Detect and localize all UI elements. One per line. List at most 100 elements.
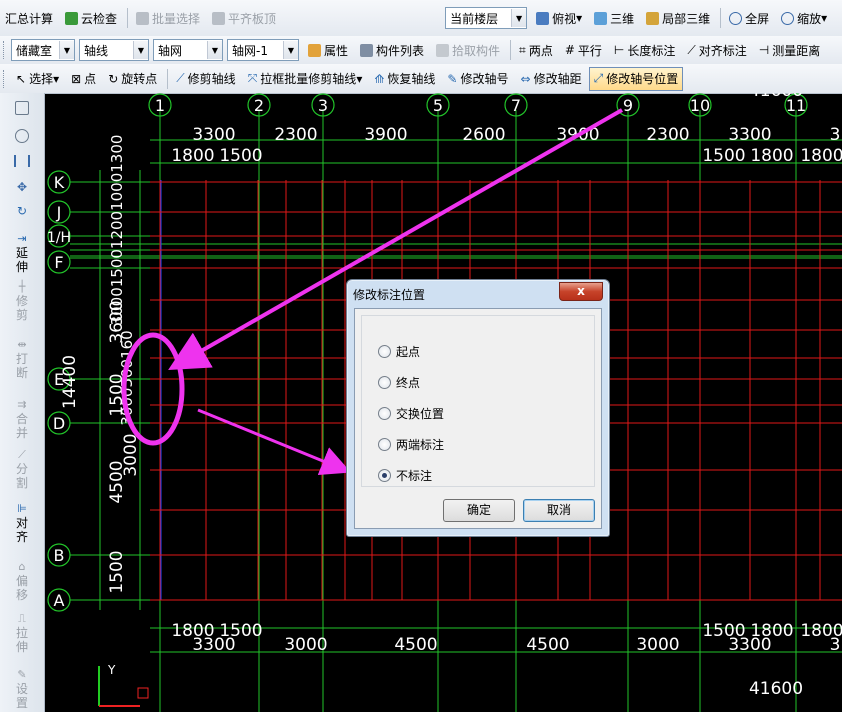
summary-calc-label: 汇总计算 (5, 11, 54, 26)
rotate-tool[interactable]: ↻ (0, 205, 44, 218)
break-tool[interactable]: ⇹ 打断 (0, 338, 44, 381)
axis-number: 7 (511, 96, 521, 115)
top-dimension-label: 3300 (728, 125, 771, 145)
summary-calc-button[interactable]: 汇总计算 (0, 6, 58, 30)
mirror-tool[interactable] (0, 155, 44, 168)
top-sub-dimension-label: 1500 (219, 146, 262, 166)
toolbar-separator (127, 8, 129, 28)
align-tool[interactable]: ⊫ 对齐 (0, 503, 44, 545)
point-button[interactable]: ⊠ 点 (66, 67, 101, 91)
measure-button[interactable]: ⊣ 测量距离 (754, 38, 825, 62)
brush-tool[interactable] (0, 101, 44, 116)
toolbar-separator (167, 68, 169, 89)
left-edit-toolbar: ✥ ↻ ⇥ 延伸 ┼ 修剪 ⇹ 打断 ⇉ 合并 ⟋ 分割 ⊫ 对齐 ⌂ 偏移 ⎍ 拉伸 ✎ 设置 (0, 93, 45, 712)
pick-component-button[interactable]: 拾取构件 (431, 38, 505, 62)
zoom-label: 缩放 (797, 11, 822, 26)
view-3d-button[interactable]: 三维 (589, 6, 639, 30)
radio-label: 起点 (396, 345, 421, 359)
radio-end[interactable]: 终点 (378, 374, 420, 391)
radio-no-label[interactable]: 不标注 (378, 467, 432, 484)
total-dimension-label: 41600 (749, 679, 803, 699)
top-dimension-label: 3900 (556, 125, 599, 145)
bottom-dimension-label: 4500 (526, 635, 569, 655)
axis-number: 9 (623, 96, 633, 115)
trim-tool[interactable]: ┼ 修剪 (0, 281, 44, 323)
batch-select-label: 批量选择 (152, 11, 201, 26)
radio-both-ends[interactable]: 两端标注 (378, 436, 444, 453)
break-icon: ⇹ (17, 338, 27, 351)
stretch-tool[interactable]: ⎍ 拉伸 (0, 613, 44, 655)
row-letter: B (54, 546, 65, 565)
batch-select-button[interactable]: 批量选择 (131, 6, 205, 30)
top-dimension-label: 3900 (364, 125, 407, 145)
trim-axis-label: 修剪轴线 (187, 72, 236, 86)
top-dimension-label: 3300 (192, 125, 235, 145)
component-list-button[interactable]: 构件列表 (355, 38, 429, 62)
type-combo-value: 轴线 (84, 43, 109, 58)
two-points-icon: ⌗ (519, 42, 526, 57)
restore-axis-button[interactable]: ⟰ 恢复轴线 (369, 67, 440, 91)
edit-axis-spacing-button[interactable]: ⇔ 修改轴距 (516, 67, 587, 91)
settings-icon: ✎ (17, 668, 27, 681)
select-button[interactable]: ↖ 选择 ▾ (11, 67, 64, 91)
top-view-button[interactable]: 俯视 ▾ (531, 6, 587, 30)
chevron-down-icon: ▼ (133, 41, 148, 59)
axis-number: 1 (155, 96, 165, 115)
tool-label: 对齐 (15, 516, 28, 544)
sub-combo[interactable]: 轴网 ▼ (153, 39, 223, 61)
radio-circle (378, 407, 391, 420)
rotate-point-button[interactable]: ↻ 旋转点 (103, 67, 162, 91)
fullscreen-icon (729, 11, 743, 25)
cancel-button[interactable]: 取消 (523, 499, 595, 522)
edit-axis-no-button[interactable]: ✎ 修改轴号 (442, 67, 513, 91)
box-trim-axis-label: 拉框批量修剪轴线 (260, 72, 357, 86)
close-icon: x (577, 284, 585, 298)
split-tool[interactable]: ⟋ 分割 (0, 449, 44, 491)
floor-select[interactable]: 当前楼层 ▼ (445, 7, 528, 29)
edit-axis-no-pos-label: 修改轴号位置 (606, 72, 679, 86)
chevron-down-icon: ▼ (207, 41, 222, 59)
copy-tool[interactable] (0, 129, 44, 144)
local-3d-button[interactable]: 局部三维 (641, 6, 715, 30)
close-button[interactable]: x (559, 282, 603, 301)
align-dim-button[interactable]: ⟋ 对齐标注 (682, 38, 751, 62)
fullscreen-button[interactable]: 全屏 (724, 6, 774, 30)
radio-start[interactable]: 起点 (378, 343, 420, 360)
move-tool[interactable]: ✥ (0, 181, 44, 194)
type-combo[interactable]: 轴线 ▼ (79, 39, 149, 61)
total-dimension-label: 41600 (749, 93, 803, 101)
left-dimension-label: 4500 (107, 460, 127, 503)
main-toolbar: 汇总计算 云检查 批量选择 平齐板顶 当前楼层 ▼ 俯视 ▾ 三维 局部三维 全屏… (0, 0, 842, 37)
ok-button[interactable]: 确定 (443, 499, 515, 522)
length-dim-label: 长度标注 (627, 43, 676, 58)
extend-tool[interactable]: ⇥ 延伸 (0, 233, 44, 275)
parallel-icon: # (564, 43, 575, 57)
align-dim-icon: ⟋ (687, 42, 696, 57)
trim-axis-button[interactable]: ⟋ 修剪轴线 (171, 67, 240, 91)
rotate-icon: ↻ (16, 204, 28, 218)
edit-axis-no-pos-button[interactable]: ⤢ 修改轴号位置 (588, 66, 684, 91)
two-points-button[interactable]: ⌗ 两点 (514, 38, 558, 62)
settings-tool[interactable]: ✎ 设置 (0, 668, 44, 711)
item-combo[interactable]: 轴网-1 ▼ (227, 39, 299, 61)
edit-axis-no-label: 修改轴号 (460, 72, 509, 86)
zoom-button[interactable]: 缩放 ▾ (776, 6, 832, 30)
properties-button[interactable]: 属性 (303, 38, 353, 62)
chevron-down-icon: ▼ (511, 9, 527, 27)
measure-icon: ⊣ (758, 43, 770, 57)
radio-swap[interactable]: 交换位置 (378, 405, 444, 422)
local-3d-icon (646, 11, 660, 25)
length-dim-button[interactable]: ⊢ 长度标注 (609, 38, 680, 62)
offset-tool[interactable]: ⌂ 偏移 (0, 560, 44, 603)
align-slab-top-button[interactable]: 平齐板顶 (207, 6, 281, 30)
option-group: 起点 终点 交换位置 两端标注 不标注 (361, 315, 595, 487)
radio-circle (378, 376, 391, 389)
merge-tool[interactable]: ⇉ 合并 (0, 399, 44, 441)
box-trim-axis-button[interactable]: ⤧ 拉框批量修剪轴线 ▾ (243, 67, 368, 91)
cloud-check-button[interactable]: 云检查 (60, 6, 122, 30)
property-toolbar: 储藏室 ▼ 轴线 ▼ 轴网 ▼ 轴网-1 ▼ 属性 构件列表 拾取构件 ⌗ 两点 # 平行 … (0, 36, 842, 65)
chevron-down-icon: ▼ (59, 41, 74, 59)
parallel-button[interactable]: # 平行 (560, 38, 607, 62)
floor-combo[interactable]: 储藏室 ▼ (11, 39, 75, 61)
offset-icon: ⌂ (18, 560, 26, 573)
